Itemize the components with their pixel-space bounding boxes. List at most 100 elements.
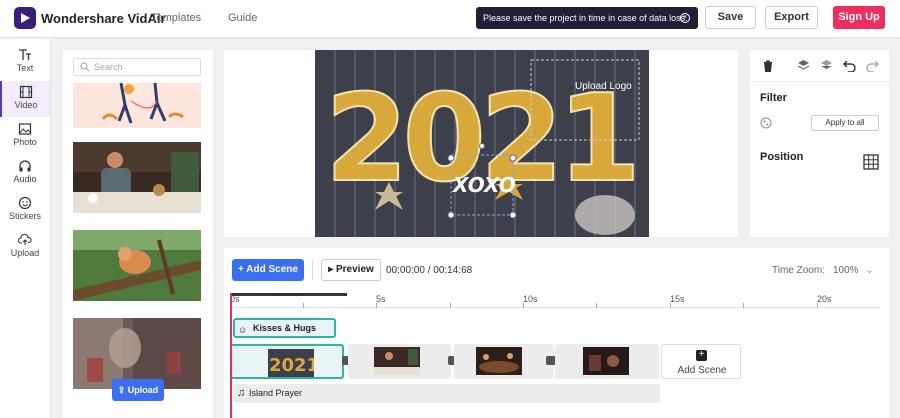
search-placeholder: Search	[94, 62, 123, 72]
upload-button-label: Upload	[127, 385, 159, 395]
undo-icon[interactable]	[843, 59, 856, 72]
scene-thumb-dinner	[374, 347, 420, 375]
rail-label-video: Video	[14, 100, 38, 110]
apply-to-all-button[interactable]: Apply to all	[811, 115, 879, 131]
rail-label-text: Text	[16, 63, 34, 73]
preview-button[interactable]: ▸ Preview	[321, 259, 381, 281]
rail-item-text[interactable]: Text	[0, 44, 50, 80]
text-icon	[19, 49, 31, 60]
audio-clip-label: Island Prayer	[249, 388, 303, 398]
save-notice-text: Please save the project in time in case …	[483, 13, 688, 23]
signup-button[interactable]: Sign Up	[833, 6, 885, 29]
ruler-progress	[230, 293, 347, 296]
toolbar-divider	[312, 260, 313, 280]
scene-thumb-room	[583, 347, 629, 375]
layer-up-icon[interactable]	[797, 59, 810, 72]
rail-item-photo[interactable]: Photo	[0, 118, 50, 154]
ruler-tick	[817, 303, 818, 308]
rail-item-audio[interactable]: Audio	[0, 155, 50, 191]
add-scene-button[interactable]: + Add Scene	[232, 259, 304, 281]
rail-label-photo: Photo	[13, 137, 37, 147]
add-scene-tile[interactable]: + Add Scene	[661, 344, 741, 379]
tick-label: 20s	[817, 294, 832, 304]
vidair-logo-icon	[14, 7, 36, 29]
layer-down-icon[interactable]	[820, 59, 833, 72]
export-button[interactable]: Export	[765, 6, 818, 29]
trash-icon[interactable]	[761, 59, 775, 73]
media-thumb-dog-walk[interactable]	[73, 83, 201, 128]
rail-item-upload[interactable]: Upload	[0, 229, 50, 265]
time-zoom-select[interactable]: 100% ⌄	[833, 265, 874, 276]
upload-button[interactable]: ⇪ Upload	[112, 379, 164, 401]
search-icon	[80, 62, 90, 72]
tool-rail: Text Video Photo Audio Stickers Upload	[0, 39, 51, 418]
upload-button-icon: ⇪	[117, 385, 128, 395]
ruler-tick	[670, 303, 671, 308]
audio-clip-island-prayer[interactable]: ♫ Island Prayer	[233, 384, 660, 403]
playhead[interactable]	[230, 293, 232, 418]
play-icon: ▸	[328, 264, 336, 275]
scene-thumb-2021: 2021	[268, 349, 314, 377]
rail-label-upload: Upload	[10, 248, 40, 258]
ruler-tick	[596, 303, 597, 308]
preview-button-label: Preview	[336, 264, 374, 275]
nav-guide[interactable]: Guide	[228, 12, 257, 24]
plus-icon: +	[696, 350, 707, 361]
upload-logo-label[interactable]: Upload Logo	[575, 81, 632, 92]
properties-panel: Filter Apply to all Position	[750, 50, 889, 237]
nav-templates[interactable]: Templates	[151, 12, 201, 24]
rail-label-stickers: Stickers	[8, 211, 41, 221]
chevron-down-icon: ⌄	[865, 265, 874, 276]
time-zoom-label: Time Zoom:	[772, 265, 825, 276]
add-scene-tile-label: Add Scene	[677, 365, 727, 376]
app-title: Wondershare VidAir	[41, 11, 166, 26]
xoxo-overlay-text[interactable]: XOXO	[451, 173, 516, 197]
headphones-icon	[19, 160, 31, 172]
top-bar: Wondershare VidAir Templates Guide Pleas…	[0, 0, 900, 38]
ruler-tick	[450, 303, 451, 308]
sticker-smiley-icon: ☺	[238, 325, 248, 335]
tick-label: 15s	[670, 294, 685, 304]
film-icon	[19, 85, 33, 99]
upload-icon	[18, 233, 32, 245]
media-thumb-dinner[interactable]	[73, 142, 201, 213]
search-input[interactable]: Search	[73, 58, 201, 76]
scene-clip-2[interactable]	[348, 344, 451, 379]
ruler-tick	[743, 303, 744, 308]
filter-title: Filter	[760, 92, 787, 104]
time-zoom-value: 100%	[833, 265, 859, 276]
tick-label: 5s	[376, 294, 386, 304]
ruler-tick	[376, 303, 377, 308]
scene-clip-4[interactable]	[555, 344, 659, 379]
svg-text:2021: 2021	[269, 355, 314, 376]
tick-label: 10s	[523, 294, 538, 304]
rail-item-video[interactable]: Video	[0, 81, 50, 117]
text-clip-label: Kisses & Hugs	[253, 323, 317, 333]
save-button[interactable]: Save	[705, 6, 756, 29]
image-icon	[18, 123, 32, 135]
filter-icon[interactable]	[760, 117, 772, 129]
timecode: 00:00:00 / 00:14:68	[386, 265, 473, 276]
preview-panel: 2021 Upload Logo XOXO	[224, 50, 738, 237]
ruler-tick	[523, 303, 524, 308]
props-toolbar	[750, 50, 889, 82]
ruler-tick	[303, 303, 304, 308]
position-title: Position	[760, 151, 804, 163]
save-notice: Please save the project in time in case …	[476, 7, 698, 29]
scene-clip-1[interactable]: 2021	[230, 344, 344, 379]
rail-label-audio: Audio	[13, 174, 37, 184]
scene-thumb-table	[476, 347, 522, 375]
media-panel: Search ⇪ Upload	[63, 50, 213, 418]
music-note-icon: ♫	[237, 387, 246, 399]
rail-item-stickers[interactable]: Stickers	[0, 192, 50, 228]
video-canvas[interactable]: 2021 Upload Logo XOXO	[315, 50, 649, 237]
position-grid-icon[interactable]	[863, 154, 879, 170]
add-scene-button-label: Add Scene	[246, 264, 298, 275]
smiley-icon	[18, 196, 32, 210]
text-clip-kisses-hugs[interactable]: ☺ Kisses & Hugs	[233, 318, 336, 338]
close-notice-icon[interactable]: ×	[680, 13, 690, 23]
redo-icon[interactable]	[866, 59, 879, 72]
timeline-panel: + Add Scene ▸ Preview 00:00:00 / 00:14:6…	[224, 248, 889, 418]
scene-clip-3[interactable]	[454, 344, 554, 379]
media-thumb-cat-tree[interactable]	[73, 230, 201, 301]
